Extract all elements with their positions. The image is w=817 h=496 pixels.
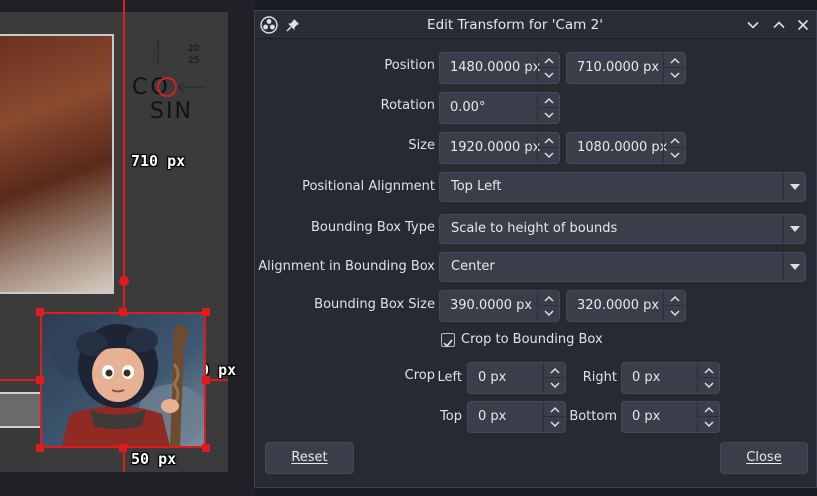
crop-left-spinbox[interactable]: 0 px [467,362,566,394]
background-strip [0,392,40,426]
resize-handle-right[interactable] [202,376,210,384]
rotation-label: Rotation [380,98,435,113]
position-y-spinbox[interactable]: 710.0000 px [566,52,686,84]
crop-bottom-label: Bottom [569,409,617,424]
crop-top-value: 0 px [478,409,507,424]
position-label: Position [384,58,435,73]
size-height-decrement-icon[interactable] [664,148,685,163]
rotation-spinbox[interactable]: 0.00° [439,92,560,124]
size-width-spinbox[interactable]: 1920.0000 px [439,132,560,164]
crop-to-bounding-box-label[interactable]: Crop to Bounding Box [461,332,603,347]
distance-label-bottom: 50 px [131,450,177,468]
position-y-decrement-icon[interactable] [664,68,685,83]
position-x-value: 1480.0000 px [450,60,541,75]
size-width-value: 1920.0000 px [450,140,541,155]
crop-top-spinbox[interactable]: 0 px [467,401,566,433]
bounding-box-height-decrement-icon[interactable] [664,306,685,321]
logo-year-bottom: 25 [188,56,199,66]
close-button[interactable]: Close [720,442,808,474]
bounding-box-type-value: Scale to height of bounds [451,221,618,236]
resize-handle-bottom-right[interactable] [202,444,210,452]
position-x-spinbox[interactable]: 1480.0000 px [439,52,560,84]
bounding-box-type-select[interactable]: Scale to height of bounds [439,214,806,244]
bounding-box-height-value: 320.0000 px [577,298,660,313]
rotation-decrement-icon[interactable] [538,108,559,123]
bounding-box-height-spinbox[interactable]: 320.0000 px [566,290,686,322]
crop-right-label: Right [582,370,617,385]
chevron-down-icon[interactable] [743,15,763,35]
distance-guide-left [0,379,40,381]
position-y-increment-icon[interactable] [664,53,685,68]
edit-transform-dialog: Edit Transform for 'Cam 2' Position 1480… [254,10,817,488]
cosin-logo: 20 25 CO SIN [132,40,206,124]
bounding-box-width-spinbox[interactable]: 390.0000 px [439,290,560,322]
resize-handle-bottom-left[interactable] [36,444,44,452]
size-label: Size [408,138,435,153]
position-y-value: 710.0000 px [577,60,660,75]
close-button-label: Close [746,450,782,465]
alignment-in-bounding-box-value: Center [451,259,495,274]
selected-source-cam-2[interactable] [40,312,206,448]
bounding-box-width-decrement-icon[interactable] [538,306,559,321]
logo-word-bottom: SIN [150,99,193,124]
crop-right-decrement-icon[interactable] [698,378,719,393]
crop-left-label: Left [437,370,462,385]
rotation-increment-icon[interactable] [538,93,559,108]
rotation-value: 0.00° [450,100,486,115]
distance-guide-top [123,0,125,310]
crop-left-increment-icon[interactable] [544,363,565,378]
bounding-box-size-label: Bounding Box Size [314,297,435,312]
chevron-down-icon[interactable] [783,173,805,201]
resize-handle-top-left[interactable] [36,308,44,316]
chevron-down-icon[interactable] [783,253,805,281]
positional-alignment-value: Top Left [451,179,502,194]
bounding-box-width-value: 390.0000 px [450,298,533,313]
distance-guide-anchor [119,276,129,286]
preview-panel: 20 25 CO SIN 710 px 50 px 50 px [0,0,255,496]
close-icon[interactable] [793,15,813,35]
resize-handle-top[interactable] [119,308,127,316]
reset-button-label: Reset [291,450,328,465]
position-x-decrement-icon[interactable] [538,68,559,83]
alignment-in-bounding-box-select[interactable]: Center [439,252,806,282]
bounding-box-width-increment-icon[interactable] [538,291,559,306]
reset-button[interactable]: Reset [265,442,354,474]
size-height-increment-icon[interactable] [664,133,685,148]
positional-alignment-select[interactable]: Top Left [439,172,806,202]
resize-handle-left[interactable] [36,376,44,384]
source-frame-outline [0,34,114,294]
crop-to-bounding-box-checkbox[interactable] [441,333,455,348]
resize-handle-top-right[interactable] [202,308,210,316]
alignment-in-bounding-box-label: Alignment in Bounding Box [258,259,435,274]
bounding-box-height-increment-icon[interactable] [664,291,685,306]
dialog-titlebar[interactable]: Edit Transform for 'Cam 2' [255,11,816,39]
crop-bottom-increment-icon[interactable] [698,402,719,417]
crop-bottom-decrement-icon[interactable] [698,417,719,432]
crop-left-decrement-icon[interactable] [544,378,565,393]
chevron-down-icon[interactable] [783,215,805,243]
resize-handle-bottom[interactable] [119,444,127,452]
crop-right-value: 0 px [632,370,661,385]
size-height-value: 1080.0000 px [577,140,668,155]
bounding-box-type-label: Bounding Box Type [311,220,435,235]
camera-character-image [42,314,204,446]
logo-year-top: 20 [188,44,200,54]
dialog-title: Edit Transform for 'Cam 2' [427,17,603,33]
chevron-up-icon[interactable] [769,15,789,35]
size-height-spinbox[interactable]: 1080.0000 px [566,132,686,164]
checkmark-icon [443,339,453,348]
crop-top-label: Top [440,409,462,424]
positional-alignment-label: Positional Alignment [302,179,435,194]
crop-bottom-spinbox[interactable]: 0 px [621,401,720,433]
background-strip-lower [0,426,40,472]
size-width-increment-icon[interactable] [538,133,559,148]
distance-label-top: 710 px [131,152,186,170]
crop-left-value: 0 px [478,370,507,385]
position-x-increment-icon[interactable] [538,53,559,68]
crop-right-spinbox[interactable]: 0 px [621,362,720,394]
size-width-decrement-icon[interactable] [538,148,559,163]
crop-bottom-value: 0 px [632,409,661,424]
crop-right-increment-icon[interactable] [698,363,719,378]
